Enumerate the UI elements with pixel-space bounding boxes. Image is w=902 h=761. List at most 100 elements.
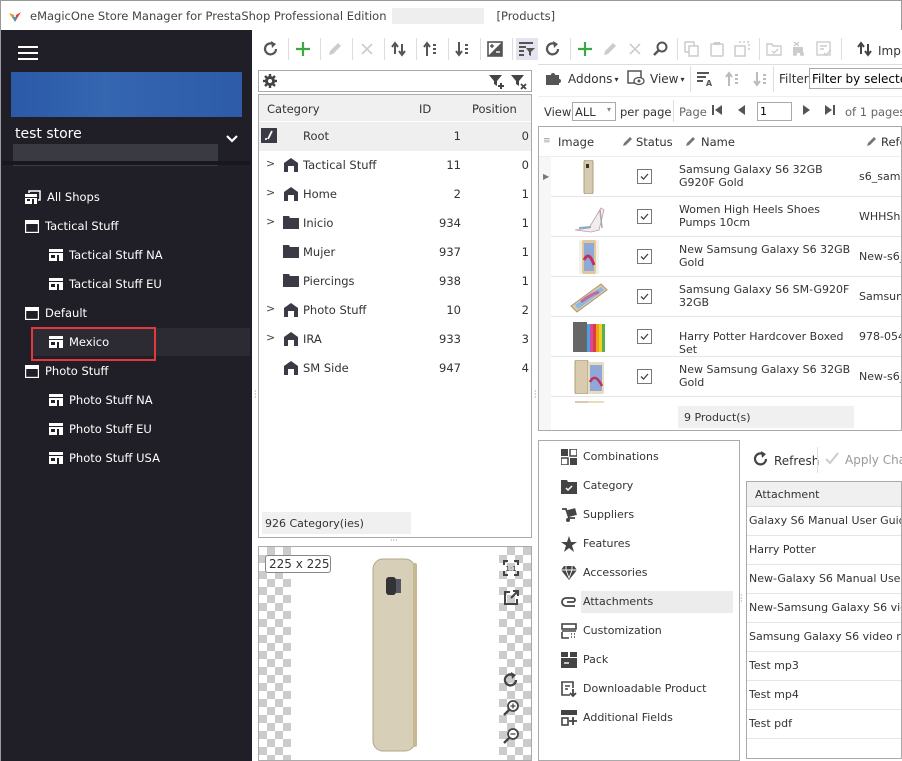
tab-downloadable-product[interactable]: Downloadable Product [561,678,733,700]
product-row[interactable]: Samsung Galaxy S6 SM-G920F 32GB Samsung [551,277,901,317]
column-header-id[interactable]: ID [419,102,431,116]
product-row[interactable]: Women High Heels Shoes Pumps 10cm WHHSho [551,197,901,237]
category-row[interactable]: > Inicio 934 1 [259,209,531,238]
page-number-input[interactable] [757,102,792,121]
shop-item[interactable]: Photo Stuff [25,361,108,381]
duplicate-icon[interactable] [731,38,753,60]
product-row[interactable]: New Samsung Galaxy S6 32GB Gold New-s6_ [551,357,901,397]
column-header-position[interactable]: Position [472,102,517,116]
assign-category-icon[interactable] [763,38,785,60]
column-header-status[interactable]: Status [636,135,673,149]
column-header-image[interactable]: Image [558,135,594,149]
add-filter-icon[interactable] [488,74,506,93]
chevron-right-icon[interactable]: > [266,186,275,199]
edit-icon[interactable] [324,38,346,60]
attachment-row[interactable]: Galaxy S6 Manual User Guide [747,507,901,536]
zoom-in-icon[interactable] [502,699,520,720]
view-dropdown[interactable]: View ▾ [627,69,685,88]
column-header-reference[interactable]: Refe [881,135,901,149]
category-row[interactable]: Mujer 937 1 [259,238,531,267]
clear-filter-icon[interactable] [510,74,528,93]
shop-item[interactable]: Tactical Stuff NA [49,245,163,265]
sort-az-icon[interactable]: A [696,71,714,90]
product-row[interactable]: Samsung Galaxy S6 32GB G920F Gold s6_sams… [551,157,901,197]
filter-panel-icon[interactable] [516,38,538,60]
splitter-handle[interactable]: ··· [534,388,537,402]
last-page-icon[interactable] [824,104,836,119]
category-row[interactable]: Piercings 938 1 [259,267,531,296]
shop-item[interactable]: Photo Stuff USA [49,448,160,468]
category-row[interactable]: > Tactical Stuff 11 0 [259,151,531,180]
attachment-row[interactable]: Test pdf [747,710,901,739]
product-row-partial[interactable] [551,397,901,403]
assign-supplier-icon[interactable] [788,38,810,60]
store-name[interactable]: test store [15,126,82,142]
import-button[interactable]: Imp [856,40,901,61]
chevron-down-icon[interactable] [225,134,241,146]
refresh-icon[interactable] [542,38,564,60]
add-icon[interactable] [292,38,314,60]
attachment-row[interactable]: Test mp4 [747,681,901,710]
tab-customization[interactable]: Customization [561,620,733,642]
shop-item[interactable]: Tactical Stuff [25,216,118,236]
category-row[interactable]: Root 1 0 [259,122,531,151]
tab-category[interactable]: Category [561,475,733,497]
move-up-icon[interactable] [724,71,742,90]
add-icon[interactable] [574,38,596,60]
category-row[interactable]: > Photo Stuff 10 2 [259,296,531,325]
delete-icon[interactable] [624,38,646,60]
status-checkbox[interactable] [637,329,652,344]
column-header-name[interactable]: Name [701,135,735,149]
status-checkbox[interactable] [637,249,652,264]
attachment-row[interactable]: Harry Potter [747,536,901,565]
product-row[interactable]: Harry Potter Hardcover Boxed Set 978-0545 [551,317,901,357]
category-row[interactable]: > Home 2 1 [259,180,531,209]
shop-item[interactable]: Photo Stuff NA [49,390,153,410]
tab-features[interactable]: Features [561,533,733,555]
shop-item[interactable]: Tactical Stuff EU [49,274,162,294]
attachment-row[interactable]: New-Samsung Galaxy S6 video [747,594,901,623]
paste-icon[interactable] [706,38,728,60]
actual-size-icon[interactable]: 1:1 [502,559,520,580]
copy-icon[interactable] [681,38,703,60]
tab-suppliers[interactable]: Suppliers [561,504,733,526]
refresh-button[interactable]: Refresh [752,450,819,471]
move-down-icon[interactable] [752,71,770,90]
move-icon[interactable] [388,38,410,60]
apply-changes-button[interactable]: Apply Cha [824,450,902,469]
tab-pack[interactable]: Pack [561,649,733,671]
rotate-icon[interactable] [502,671,520,692]
shop-item[interactable]: Default [25,303,87,323]
chevron-right-icon[interactable]: > [266,331,275,344]
tab-combinations[interactable]: Combinations [561,446,733,468]
move-up-icon[interactable] [420,38,442,60]
status-checkbox[interactable] [637,209,652,224]
chevron-right-icon[interactable]: > [266,302,275,315]
open-external-icon[interactable] [502,589,520,610]
tab-accessories[interactable]: Accessories [561,562,733,584]
shop-item[interactable]: Mexico [49,332,109,352]
status-checkbox[interactable] [637,289,652,304]
attachment-row[interactable]: Samsung Galaxy S6 video revi [747,623,901,652]
hamburger-menu-icon[interactable] [18,46,38,62]
zoom-out-icon[interactable] [502,727,520,748]
tab-additional-fields[interactable]: Additional Fields [561,707,733,729]
status-checkbox[interactable] [637,169,652,184]
shop-item[interactable]: Photo Stuff EU [49,419,152,439]
splitter-handle[interactable]: ··· [254,388,257,402]
attachment-row[interactable]: New-Galaxy S6 Manual User G [747,565,901,594]
splitter-handle[interactable]: ··· [390,537,402,545]
previous-page-icon[interactable] [735,104,747,119]
column-header-category[interactable]: Category [267,102,320,116]
filter-select[interactable] [809,68,902,89]
column-header-attachment[interactable]: Attachment [755,488,820,501]
product-row[interactable]: New Samsung Galaxy S6 32GB Gold New-s6_ [551,237,901,277]
addons-dropdown[interactable]: Addons ▾ [545,70,618,88]
edit-icon[interactable] [599,38,621,60]
attachment-row[interactable]: Test mp3 [747,652,901,681]
assign-feature-icon[interactable] [813,38,835,60]
first-page-icon[interactable] [711,104,723,119]
chevron-right-icon[interactable]: > [266,215,275,228]
next-page-icon[interactable] [801,104,813,119]
per-page-select[interactable]: ALL ▾ [572,102,616,121]
